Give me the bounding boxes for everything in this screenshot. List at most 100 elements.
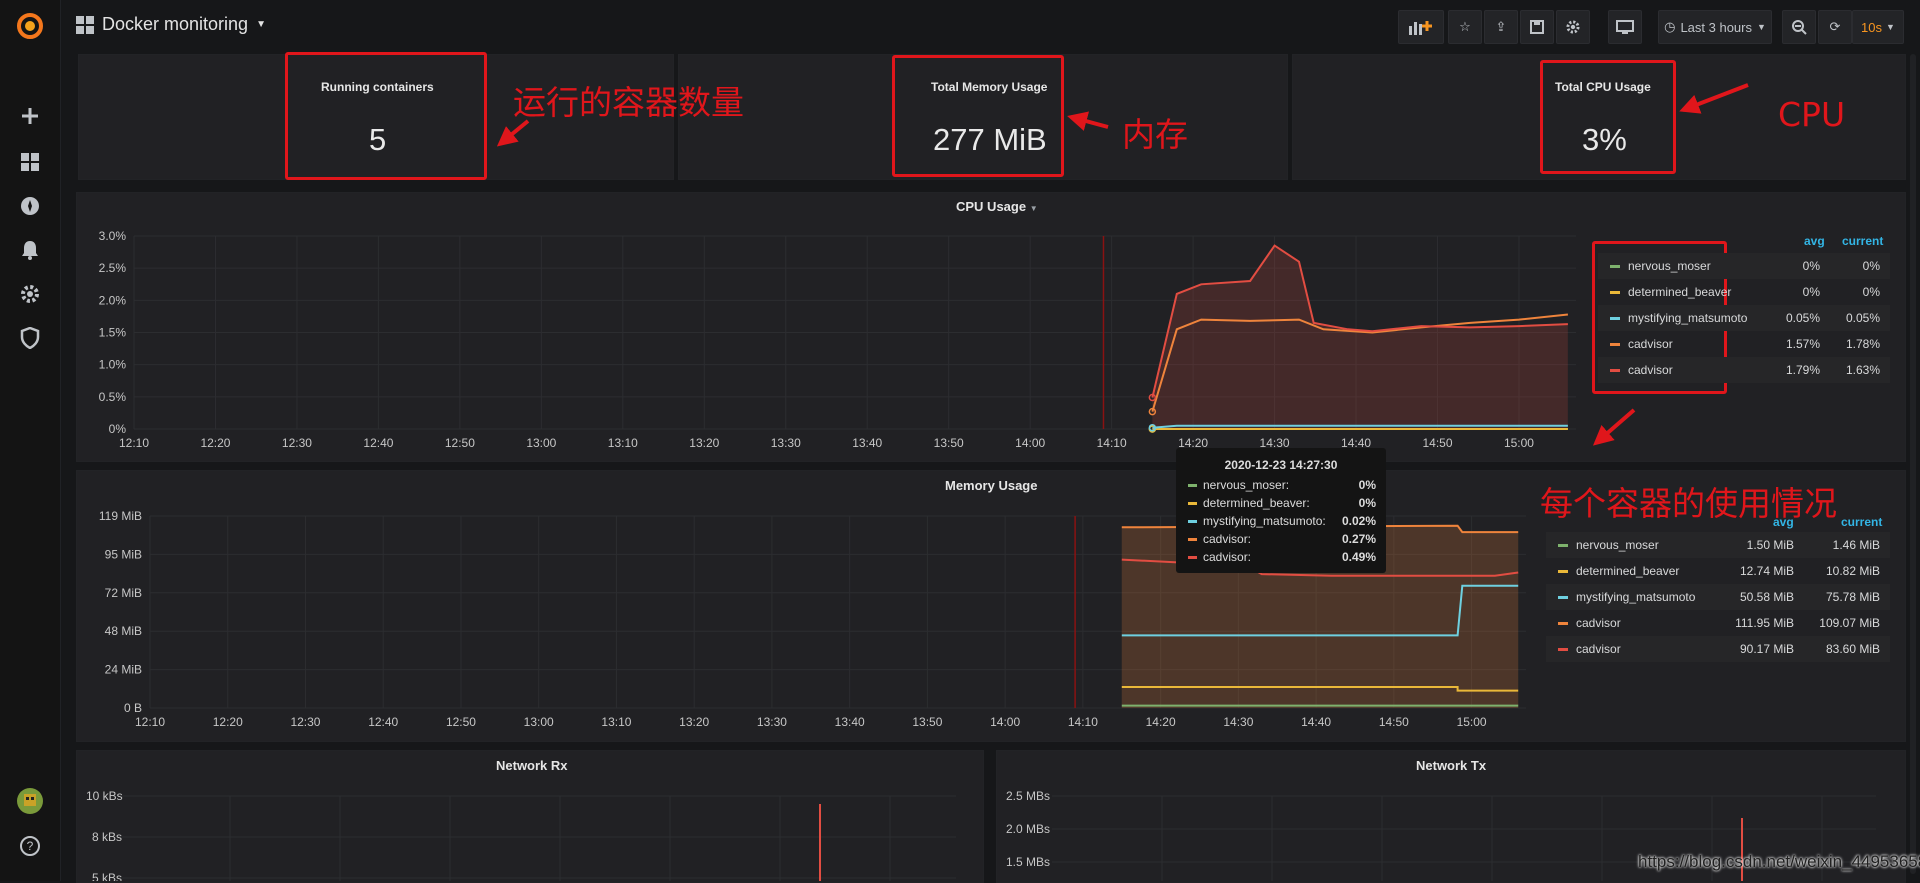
dashboard-title-text: Docker monitoring [102,14,249,34]
tooltip-row: mystifying_matsumoto: 0.02% [1188,514,1376,528]
panel-title[interactable]: Network Rx [496,758,568,773]
legend-item[interactable]: cadvisor 1.79% 1.63% [1598,357,1890,383]
legend-series-name: nervous_moser [1628,259,1711,273]
y-tick-label: 1.0% [99,358,127,372]
dashboards-icon[interactable] [14,146,46,178]
shield-icon[interactable] [14,322,46,354]
annotation-containers: 运行的容器数量 [513,83,744,122]
x-tick-label: 12:30 [282,436,312,450]
refresh-button[interactable]: ⟳ [1818,10,1852,44]
y-tick-label: 3.0% [99,229,127,243]
legend-item[interactable]: determined_beaver 0% 0% [1598,279,1890,305]
panel-title[interactable]: CPU Usage ▼ [956,199,1038,214]
dashboard-grid-icon [76,15,94,34]
highlight-box-cpu [1540,60,1676,174]
plus-icon[interactable] [14,100,46,132]
legend-item[interactable]: determined_beaver 12.74 MiB 10.82 MiB [1546,558,1890,584]
tooltip-color-swatch [1188,483,1197,487]
legend-header-current[interactable]: current [1842,234,1883,248]
refresh-icon: ⟳ [1829,19,1841,34]
x-tick-label: 14:10 [1097,436,1127,450]
legend-avg-value: 50.58 MiB [1739,590,1794,604]
tv-mode-button[interactable] [1608,10,1642,44]
legend-current-value: 1.46 MiB [1832,538,1880,552]
x-tick-label: 12:20 [200,436,230,450]
settings-button[interactable] [1556,10,1590,44]
graph-tooltip: 2020-12-23 14:27:30 nervous_moser: 0% dete… [1176,448,1386,573]
legend-color-swatch [1558,595,1568,599]
caret-down-icon: ▼ [1756,22,1766,32]
tooltip-value: 0% [1358,496,1376,510]
star-button[interactable]: ☆ [1448,10,1482,44]
x-tick-label: 13:30 [771,436,801,450]
legend-header-current[interactable]: current [1841,515,1882,529]
zoom-out-button[interactable] [1782,10,1816,44]
clock-icon: ◷ [1664,19,1676,34]
legend-color-swatch [1610,342,1620,346]
legend-item[interactable]: nervous_moser 1.50 MiB 1.46 MiB [1546,532,1890,558]
panel-title[interactable]: Network Tx [1416,758,1486,773]
legend-item[interactable]: mystifying_matsumoto 0.05% 0.05% [1598,305,1890,331]
panel-title[interactable]: Memory Usage [945,478,1037,493]
tooltip-value: 0% [1358,478,1376,492]
series-area-fill [1152,245,1568,429]
save-button[interactable] [1520,10,1554,44]
x-tick-label: 12:40 [368,715,398,729]
x-tick-label: 12:10 [119,436,149,450]
legend-current-value: 0% [1862,259,1880,273]
legend-color-swatch [1610,264,1620,268]
legend-avg-value: 0% [1802,259,1820,273]
tooltip-time: 2020-12-23 14:27:30 [1224,458,1338,472]
legend-header-avg[interactable]: avg [1804,234,1825,248]
scrollbar[interactable] [1910,54,1916,874]
x-tick-label: 13:20 [689,436,719,450]
y-tick-label: 95 MiB [105,547,142,561]
grafana-logo-icon[interactable] [14,10,46,42]
x-tick-label: 12:10 [135,715,165,729]
network-rx-chart[interactable]: 10 kBs 8 kBs 5 kBs [76,776,982,881]
annotation-cpu: CPU [1778,95,1846,134]
x-tick-label: 14:00 [1015,436,1045,450]
tooltip-color-swatch [1188,519,1197,523]
legend-current-value: 0% [1862,285,1880,299]
legend-item[interactable]: cadvisor 1.57% 1.78% [1598,331,1890,357]
x-tick-label: 13:50 [912,715,942,729]
y-tick-label: 48 MiB [105,624,142,638]
add-panel-icon [1409,21,1432,35]
highlight-box-memory [892,55,1064,177]
gear-icon[interactable] [14,278,46,310]
tooltip-row: cadvisor: 0.49% [1188,550,1376,564]
x-tick-label: 14:30 [1223,715,1253,729]
bell-icon[interactable] [14,234,46,266]
legend-item[interactable]: cadvisor 90.17 MiB 83.60 MiB [1546,636,1890,662]
legend-series-name: cadvisor [1576,616,1621,630]
highlight-box-containers [285,52,487,180]
zoom-out-icon [1792,20,1807,35]
legend-color-swatch [1558,569,1568,573]
legend-color-swatch [1558,543,1568,547]
cpu-chart[interactable]: 0% 0.5% 1.0% 1.5% 2.0% 2.5% 3.0% 12:10 12:20 12:3… [76,220,1586,460]
y-tick-label: 24 MiB [105,663,142,677]
avatar[interactable] [14,785,46,817]
tooltip-series-name: nervous_moser: [1203,478,1290,492]
legend-series-name: cadvisor [1628,337,1673,351]
y-tick-label: 0% [109,422,127,436]
legend-current-value: 1.78% [1845,337,1880,351]
dashboard-title[interactable]: Docker monitoring ▼ [76,14,266,35]
time-picker-button[interactable]: ◷ Last 3 hours ▼ [1658,10,1772,44]
share-button[interactable]: ⇪ [1484,10,1518,44]
legend-item[interactable]: cadvisor 111.95 MiB 109.07 MiB [1546,610,1890,636]
legend-item[interactable]: nervous_moser 0% 0% [1598,253,1890,279]
legend-avg-value: 12.74 MiB [1739,564,1794,578]
x-tick-label: 13:40 [852,436,882,450]
legend-item[interactable]: mystifying_matsumoto 50.58 MiB 75.78 MiB [1546,584,1890,610]
x-tick-label: 15:00 [1504,436,1534,450]
help-icon[interactable]: ? [14,830,46,862]
x-tick-label: 14:10 [1068,715,1098,729]
x-tick-label: 12:20 [213,715,243,729]
legend-avg-value: 0.05% [1785,311,1820,325]
explore-icon[interactable] [14,190,46,222]
star-icon: ☆ [1459,19,1471,34]
add-panel-button[interactable] [1398,10,1444,44]
refresh-interval-picker[interactable]: 10s ▼ [1852,10,1904,44]
